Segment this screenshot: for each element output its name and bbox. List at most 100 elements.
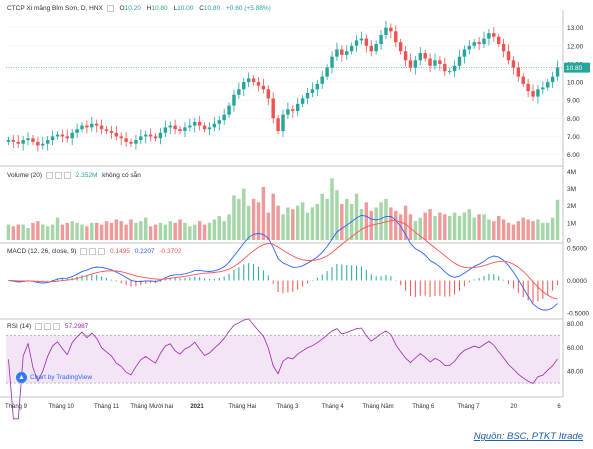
volume-bar xyxy=(242,188,246,240)
candle-body xyxy=(359,38,364,41)
visibility-icon[interactable] xyxy=(45,172,53,179)
high-value: 10.80 xyxy=(151,5,168,13)
volume-bar xyxy=(384,198,388,240)
time-tick-label: Tháng 7 xyxy=(457,404,480,410)
macd-histogram-bar xyxy=(454,280,456,295)
candle-body xyxy=(394,31,398,43)
volume-bar xyxy=(6,224,11,240)
time-tick-label: 20 xyxy=(510,404,517,410)
macd-histogram-bar xyxy=(223,276,225,281)
volume-bar xyxy=(506,222,511,240)
volume-bar xyxy=(501,219,506,240)
volume-note: không có sẵn xyxy=(102,172,141,180)
macd-histogram-bar xyxy=(189,277,191,281)
macd-histogram-bar xyxy=(414,280,416,298)
chart-legend: CTCP Xi măng Bỉm Sơn, D, HNX O10.20 H10.… xyxy=(7,5,271,12)
volume-bar xyxy=(178,219,182,240)
volume-bar xyxy=(340,204,344,240)
volume-bar xyxy=(497,216,501,240)
volume-bar xyxy=(21,224,25,240)
volume-bar xyxy=(281,214,285,240)
candle-body xyxy=(261,85,266,90)
candle-body xyxy=(246,78,251,83)
symbol-title[interactable]: CTCP Xi măng Bỉm Sơn, D, HNX xyxy=(7,5,103,12)
close-icon[interactable] xyxy=(53,323,61,330)
settings-icon[interactable] xyxy=(106,5,114,12)
candle-body xyxy=(202,125,207,130)
volume-bar xyxy=(94,222,99,240)
macd-histogram-bar xyxy=(316,277,318,281)
volume-tick-label: 2M xyxy=(567,203,576,210)
candle-body xyxy=(423,53,427,59)
macd-signal-value: -0.3702 xyxy=(159,248,182,256)
volume-bar xyxy=(492,221,496,240)
price-chart: 13.0012.0011.0010.009.008.007.006.0010.8… xyxy=(0,10,590,420)
volume-bar xyxy=(124,224,128,240)
volume-bar xyxy=(389,207,393,240)
volume-bar xyxy=(271,193,275,240)
candle-body xyxy=(80,125,84,130)
macd-histogram-bar xyxy=(120,280,122,284)
volume-bar xyxy=(139,221,143,240)
volume-bar xyxy=(325,198,329,240)
candle-body xyxy=(168,125,172,128)
visibility-icon[interactable] xyxy=(80,248,88,255)
macd-histogram-bar xyxy=(434,280,436,297)
volume-bar xyxy=(26,228,30,240)
candle-body xyxy=(124,138,128,142)
candle-body xyxy=(31,138,35,142)
macd-histogram-bar xyxy=(444,280,446,297)
close-icon[interactable] xyxy=(98,248,106,255)
candle-body xyxy=(462,49,467,57)
time-tick-label: Tháng Hai xyxy=(228,404,256,410)
time-tick-label: 2021 xyxy=(190,404,204,410)
time-tick-label: Tháng 10 xyxy=(49,404,75,410)
candle-body xyxy=(55,134,60,137)
volume-bar xyxy=(320,193,324,240)
volume-bar xyxy=(364,202,369,240)
macd-histogram-bar xyxy=(248,263,250,281)
volume-bar xyxy=(217,216,221,240)
candle-body xyxy=(212,123,217,128)
settings-icon[interactable] xyxy=(54,172,62,179)
volume-bar xyxy=(85,226,89,240)
candle-body xyxy=(546,82,550,88)
macd-line-value: 0.2207 xyxy=(134,248,155,256)
close-icon[interactable] xyxy=(63,172,71,179)
macd-histogram-bar xyxy=(292,280,294,292)
candle-body xyxy=(45,140,50,144)
candle-body xyxy=(242,82,246,90)
macd-histogram-bar xyxy=(439,280,441,296)
volume-bar xyxy=(261,186,266,240)
tradingview-watermark[interactable]: ▲ Chart by TradingView xyxy=(16,372,92,383)
candle-body xyxy=(413,60,418,68)
volume-bar xyxy=(423,212,427,240)
macd-histogram-bar xyxy=(517,280,519,294)
volume-bar xyxy=(55,217,60,240)
macd-histogram-bar xyxy=(81,275,83,281)
volume-bar xyxy=(467,209,472,240)
candle-body xyxy=(178,129,182,131)
volume-label[interactable]: Volume (20) xyxy=(7,172,42,179)
volume-bar xyxy=(286,207,290,240)
rsi-label[interactable]: RSI (14) xyxy=(7,323,31,330)
macd-histogram-bar xyxy=(493,274,495,281)
macd-histogram-bar xyxy=(253,264,255,281)
watermark-text: Chart by TradingView xyxy=(30,374,93,382)
source-caption[interactable]: Nguồn: BSC, PTKT Itrade xyxy=(474,431,583,442)
visibility-icon[interactable] xyxy=(35,323,43,330)
macd-label[interactable]: MACD (12, 26, close, 9) xyxy=(7,248,76,255)
settings-icon[interactable] xyxy=(44,323,52,330)
volume-bar xyxy=(550,217,555,240)
volume-bar xyxy=(246,205,251,240)
time-tick-label: Tháng 4 xyxy=(322,404,345,410)
settings-icon[interactable] xyxy=(89,248,97,255)
volume-bar xyxy=(119,221,123,240)
close-value: 10.80 xyxy=(203,5,221,13)
time-tick-label: Tháng Năm xyxy=(362,404,393,410)
volume-bar xyxy=(428,209,432,240)
candle-body xyxy=(536,89,540,97)
candle-body xyxy=(428,58,432,66)
volume-bar xyxy=(50,224,55,240)
candle-body xyxy=(472,42,476,46)
